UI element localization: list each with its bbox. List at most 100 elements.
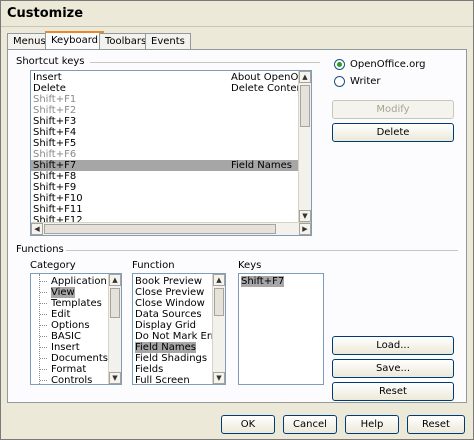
shortcut-key: Shift+F9	[33, 182, 77, 193]
shortcut-key: Shift+F1	[33, 94, 77, 105]
shortcut-key: Delete	[33, 83, 66, 94]
shortcut-row[interactable]: Shift+F3	[31, 116, 299, 127]
category-item[interactable]: Insert	[51, 342, 80, 353]
shortcut-row[interactable]: Shift+F4	[31, 127, 299, 138]
shortcut-row[interactable]: Shift+F7 Field Names	[31, 160, 299, 171]
shortcut-row[interactable]: InsertAbout OpenOffice.org	[31, 72, 311, 83]
reset-functions-button[interactable]: Reset	[332, 382, 454, 401]
keyboard-tab-page: Shortcut keys InsertAbout OpenOffice.org…	[7, 49, 467, 403]
function-item[interactable]: Display Grid	[135, 320, 196, 331]
tree-branch-line	[40, 292, 47, 293]
delete-button[interactable]: Delete	[332, 123, 454, 142]
radio-writer[interactable]	[334, 76, 345, 87]
shortcut-keys-hscroll[interactable]: ◀ ▶	[31, 222, 311, 235]
function-item[interactable]: Field Names	[135, 342, 196, 353]
reset-dialog-button[interactable]: Reset	[407, 415, 465, 434]
shortcut-key: Shift+F6	[33, 149, 77, 160]
function-list[interactable]: Book Preview Close Preview Close Window Dat…	[132, 273, 226, 385]
tab-keyboard[interactable]: Keyboard	[45, 31, 105, 51]
category-item[interactable]: Controls	[51, 375, 92, 384]
vscroll-thumb[interactable]	[300, 85, 310, 127]
shortcut-key: Shift+F5	[33, 138, 77, 149]
save-button[interactable]: Save...	[332, 359, 454, 378]
shortcut-key: Shift+F2	[33, 105, 77, 116]
category-item[interactable]: Application	[51, 276, 107, 287]
shortcut-key: Shift+F11	[33, 204, 83, 215]
load-button[interactable]: Load...	[332, 336, 454, 355]
function-vscroll[interactable]: ▲ ▼	[212, 274, 225, 384]
shortcut-keys-label: Shortcut keys	[16, 56, 85, 67]
category-tree[interactable]: Application View Templates Edit Options BASIC…	[30, 273, 122, 385]
shortcut-row[interactable]: Shift+F8	[31, 171, 299, 182]
vscroll-thumb[interactable]	[110, 288, 120, 318]
tree-branch-line	[40, 347, 47, 348]
customize-dialog: Customize Menus Keyboard Toolbars Events…	[0, 0, 474, 440]
scroll-down-icon[interactable]: ▼	[213, 372, 225, 384]
ok-button[interactable]: OK	[221, 415, 275, 434]
scroll-up-icon[interactable]: ▲	[213, 274, 225, 286]
tree-branch-line	[40, 358, 47, 359]
function-item[interactable]: Full Screen	[135, 375, 190, 384]
shortcut-key: Shift+F3	[33, 116, 77, 127]
category-item[interactable]: Options	[51, 320, 90, 331]
shortcut-keys-list[interactable]: InsertAbout OpenOffice.orgDeleteDelete C…	[30, 70, 312, 236]
functions-label: Functions	[16, 244, 64, 255]
shortcut-row[interactable]: Shift+F5	[31, 138, 299, 149]
shortcut-key: Insert	[33, 72, 62, 83]
key-item[interactable]: Shift+F7	[241, 276, 285, 287]
category-item[interactable]: Templates	[51, 298, 102, 309]
tree-branch-line	[40, 281, 47, 282]
scroll-up-icon[interactable]: ▲	[109, 274, 121, 286]
radio-openoffice-label[interactable]: OpenOffice.org	[350, 59, 425, 70]
function-label: Function	[132, 260, 175, 271]
category-item[interactable]: BASIC	[51, 331, 81, 342]
shortcut-key: Shift+F8	[33, 171, 77, 182]
function-item[interactable]: Fields	[135, 364, 163, 375]
function-item[interactable]: Close Window	[135, 298, 205, 309]
shortcut-row[interactable]: Shift+F2	[31, 105, 299, 116]
title-bar: Customize	[1, 1, 473, 27]
scroll-right-icon[interactable]: ▶	[299, 223, 311, 235]
category-vscroll[interactable]: ▲ ▼	[108, 274, 121, 384]
tree-branch-line	[40, 380, 47, 381]
vscroll-thumb[interactable]	[214, 288, 224, 316]
radio-writer-label[interactable]: Writer	[350, 76, 381, 87]
radio-selected-dot-icon	[337, 62, 342, 67]
hscroll-thumb[interactable]	[44, 224, 276, 234]
shortcut-row[interactable]: Shift+F6	[31, 149, 299, 160]
scroll-up-icon[interactable]: ▲	[299, 71, 311, 83]
scroll-left-icon[interactable]: ◀	[31, 223, 43, 235]
function-item[interactable]: Close Preview	[135, 287, 204, 298]
keys-label: Keys	[238, 260, 262, 271]
shortcut-row[interactable]: Shift+F11	[31, 204, 299, 215]
help-button[interactable]: Help	[345, 415, 399, 434]
shortcut-key: Shift+F4	[33, 127, 77, 138]
category-item[interactable]: Documents	[51, 353, 108, 364]
tree-branch-line	[40, 325, 47, 326]
scroll-down-icon[interactable]: ▼	[109, 372, 121, 384]
shortcut-key: Shift+F7	[33, 160, 77, 171]
shortcut-keys-vscroll[interactable]: ▲ ▼	[298, 71, 311, 222]
dialog-title: Customize	[7, 6, 84, 21]
category-item[interactable]: Edit	[51, 309, 70, 320]
category-item[interactable]: View	[51, 287, 75, 298]
function-item[interactable]: Data Sources	[135, 309, 202, 320]
function-item[interactable]: Book Preview	[135, 276, 202, 287]
shortcut-row[interactable]: Shift+F10	[31, 193, 299, 204]
shortcut-row[interactable]: Delete Delete Contents	[31, 83, 311, 94]
modify-button[interactable]: Modify	[332, 100, 454, 119]
tree-branch-line	[40, 303, 47, 304]
shortcut-row[interactable]: Shift+F1	[31, 94, 299, 105]
cancel-button[interactable]: Cancel	[283, 415, 337, 434]
function-item[interactable]: Field Shadings	[135, 353, 207, 364]
shortcut-key: Shift+F10	[33, 193, 83, 204]
radio-openoffice[interactable]	[334, 59, 345, 70]
scroll-down-icon[interactable]: ▼	[299, 210, 311, 222]
category-label: Category	[30, 260, 76, 271]
shortcut-keys-divider	[90, 62, 320, 63]
shortcut-command: Field Names	[231, 160, 292, 171]
category-item[interactable]: Format	[51, 364, 86, 375]
keys-list[interactable]: Shift+F7	[238, 273, 324, 385]
shortcut-row[interactable]: Shift+F9	[31, 182, 299, 193]
tree-branch-line	[40, 336, 47, 337]
